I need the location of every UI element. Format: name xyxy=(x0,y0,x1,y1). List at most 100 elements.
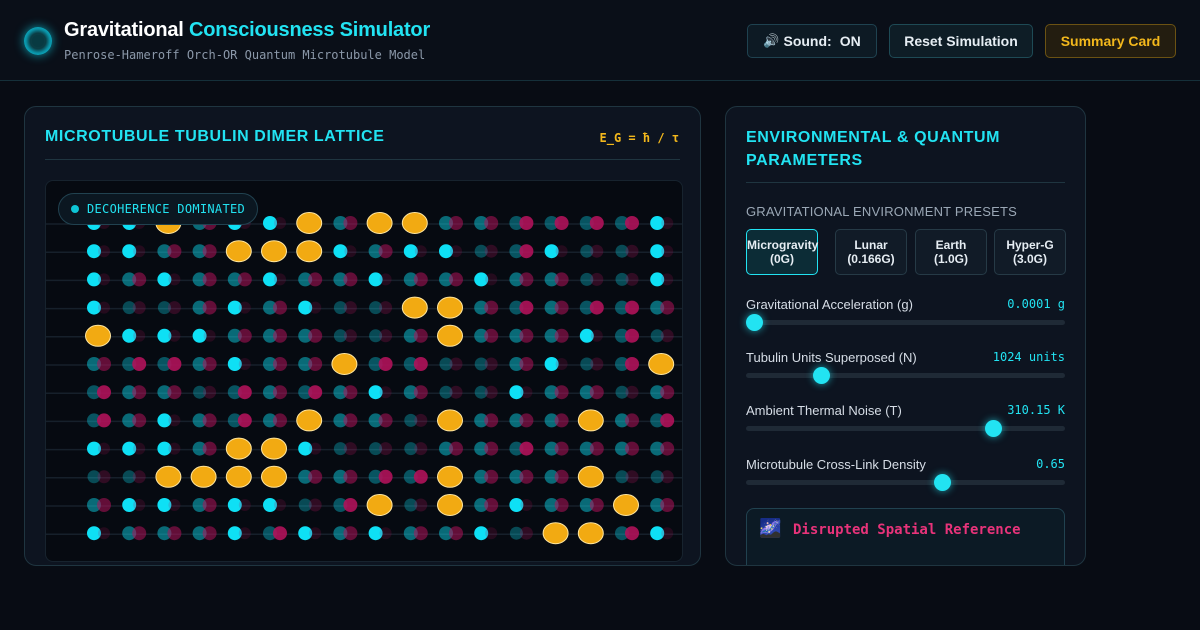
sound-label: Sound: xyxy=(783,33,832,49)
tubulin-dimer-coherent xyxy=(227,357,251,371)
tubulin-dimer-faint xyxy=(650,329,674,343)
preset-name: Earth xyxy=(935,238,967,252)
tubulin-dimer-mixed xyxy=(509,469,534,484)
tubulin-dimer-mixed xyxy=(544,469,569,484)
tubulin-dimer-coherent xyxy=(298,526,322,541)
tubulin-dimer-mixed xyxy=(544,498,569,512)
tubulin-dimer-coherent xyxy=(157,328,181,343)
slider-value: 310.15 K xyxy=(1007,403,1065,417)
thermal-slider-track[interactable] xyxy=(746,426,1065,431)
app-subtitle: Penrose-Hameroff Orch-OR Quantum Microtu… xyxy=(64,48,426,62)
slider-label: Tubulin Units Superposed (N) xyxy=(746,350,917,365)
app-title: Gravitational Consciousness Simulator xyxy=(64,19,430,42)
tubulin-dimer-faint xyxy=(404,498,428,512)
tubulin-dimer-coherent xyxy=(192,328,216,343)
tubulin-dimer-faint xyxy=(333,301,357,315)
tubulin-dimer-coherent xyxy=(87,244,110,259)
tubulin-dimer-superposed xyxy=(225,465,252,488)
tubulin-dimer-superposed xyxy=(577,522,604,545)
preset-earth-button[interactable]: Earth (1.0G) xyxy=(915,229,987,275)
tubulin-dimer-mixed xyxy=(263,413,287,428)
summary-card-button[interactable]: Summary Card xyxy=(1045,24,1176,58)
tubulin-dimer-coherent xyxy=(474,272,498,287)
tubulin-dimer-mixed xyxy=(227,328,252,343)
tubulin-dimer-mixed xyxy=(333,413,358,428)
preset-name: Hyper-G xyxy=(1006,238,1054,252)
tubulin-dimer-mixed xyxy=(544,385,569,400)
tubulin-dimer-coherent xyxy=(263,498,286,512)
tubulin-dimer-decohered xyxy=(544,216,569,230)
tubulin-dimer-mixed xyxy=(263,385,287,400)
lattice-panel-title: MICROTUBULE TUBULIN DIMER LATTICE xyxy=(45,128,385,145)
tubulin-dimer-coherent xyxy=(650,272,674,287)
preset-lunar-button[interactable]: Lunar (0.166G) xyxy=(835,229,907,275)
presets-label: GRAVITATIONAL ENVIRONMENT PRESETS xyxy=(746,204,1017,219)
crosslink-slider-thumb[interactable] xyxy=(933,474,951,491)
slider-value: 1024 units xyxy=(992,350,1065,364)
tubulin-dimer-mixed xyxy=(403,385,428,400)
tubulin-dimer-decohered xyxy=(615,328,639,343)
tubulin-dimer-mixed xyxy=(87,357,111,371)
tubulin-dimer-faint xyxy=(369,329,393,343)
tubulin-dimer-mixed xyxy=(474,300,499,315)
tubulin-dimer-mixed xyxy=(192,498,217,512)
tubulin-dimer-decohered xyxy=(509,216,534,230)
preset-hyper-g-button[interactable]: Hyper-G (3.0G) xyxy=(994,229,1066,275)
tubulin-dimer-coherent xyxy=(439,244,462,259)
tubulin-dimer-coherent xyxy=(509,385,533,400)
slider-value: 0.0001 g xyxy=(1007,297,1065,311)
app-title-part1: Gravitational xyxy=(64,19,184,41)
coherence-state-badge: DECOHERENCE DOMINATED xyxy=(58,193,259,225)
tubulin-dimer-faint xyxy=(157,301,181,315)
divider xyxy=(45,159,680,160)
tubulin-dimer-decohered xyxy=(615,216,639,230)
tubulin-dimer-faint xyxy=(404,413,428,427)
tubulin-dimer-superposed xyxy=(648,353,675,375)
gravity-slider-track[interactable] xyxy=(746,320,1065,325)
thermal-slider-thumb[interactable] xyxy=(985,420,1003,437)
tubulin-dimer-mixed xyxy=(122,272,147,287)
tubulin-dimer-mixed xyxy=(263,300,287,315)
tubulin-dimer-decohered xyxy=(87,413,111,428)
gravity-slider-thumb[interactable] xyxy=(746,314,763,331)
tubulin-dimer-mixed xyxy=(298,272,323,287)
tubulin-dimer-mixed xyxy=(192,300,217,315)
tubulin-dimer-decohered xyxy=(509,300,534,315)
tubulin-dimer-superposed xyxy=(331,353,358,375)
tubulin-dimer-coherent xyxy=(122,498,146,512)
reset-simulation-button[interactable]: Reset Simulation xyxy=(889,24,1033,58)
tubulin-dimer-coherent xyxy=(298,300,322,315)
tubulin-dimer-coherent xyxy=(87,441,110,456)
tubulin-dimer-decohered xyxy=(122,357,147,371)
tubulin-dimer-superposed xyxy=(437,409,463,432)
tubulin-dimer-mixed xyxy=(579,441,604,456)
tubulin-dimer-superposed xyxy=(577,409,604,432)
tubulin-dimer-mixed xyxy=(544,300,569,315)
tubulin-dimer-faint xyxy=(122,301,146,315)
tubulin-dimer-mixed xyxy=(474,413,499,428)
preset-microgravity-button[interactable]: Microgravity (0G) xyxy=(746,229,818,275)
tubulin-dimer-faint xyxy=(580,272,604,286)
slider-value: 0.65 xyxy=(1036,457,1065,471)
sound-toggle-button[interactable]: 🔊 Sound: ON xyxy=(747,24,877,58)
tubulin-slider-track[interactable] xyxy=(746,373,1065,378)
tubulin-dimer-faint xyxy=(474,244,498,258)
tubulin-dimer-superposed xyxy=(225,240,252,263)
galaxy-icon: 🌌 xyxy=(759,518,782,539)
tubulin-dimer-coherent xyxy=(157,498,181,512)
tubulin-dimer-decohered xyxy=(227,385,252,400)
tubulin-dimer-mixed xyxy=(263,328,287,343)
tubulin-dimer-mixed xyxy=(439,526,463,541)
tubulin-dimer-faint xyxy=(509,526,533,540)
tubulin-dimer-mixed xyxy=(192,357,217,371)
tubulin-dimer-coherent xyxy=(122,441,146,456)
tubulin-dimer-faint xyxy=(615,272,639,286)
tubulin-dimer-mixed xyxy=(403,272,428,287)
tubulin-dimer-mixed xyxy=(192,272,217,287)
tubulin-dimer-mixed xyxy=(615,441,639,456)
tubulin-slider-thumb[interactable] xyxy=(812,367,830,384)
tubulin-dimer-mixed xyxy=(544,328,569,343)
tubulin-dimer-mixed xyxy=(298,357,323,371)
crosslink-slider-track[interactable] xyxy=(746,480,1065,485)
tubulin-dimer-mixed xyxy=(579,498,604,512)
